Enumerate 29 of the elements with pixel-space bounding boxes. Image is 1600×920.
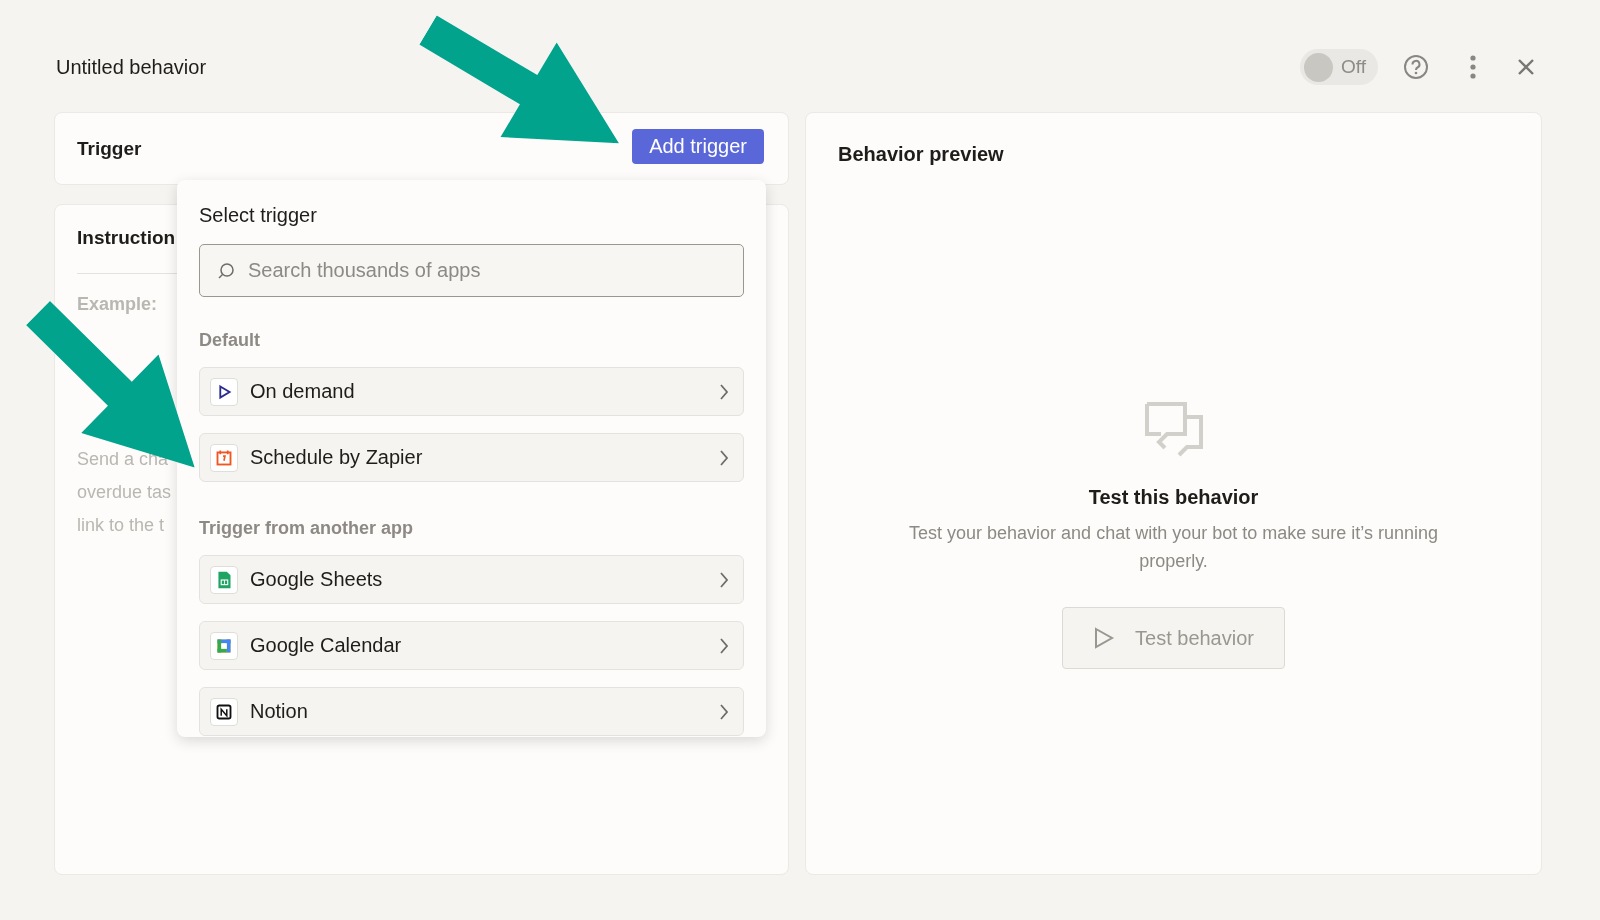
trigger-option[interactable]: Notion — [199, 687, 744, 736]
empty-state-title: Test this behavior — [1088, 486, 1259, 509]
trigger-option[interactable]: Google Sheets — [199, 555, 744, 604]
chevron-right-icon — [719, 382, 729, 401]
help-icon[interactable] — [1403, 54, 1429, 80]
search-field[interactable]: Search thousands of apps — [199, 244, 744, 297]
empty-state-text: Test your behavior and chat with your bot to make sure it’s running properly. — [908, 522, 1439, 573]
section-heading: Default — [199, 330, 261, 351]
panel-title: Behavior preview — [838, 143, 1005, 166]
instruction-text: overdue tas — [77, 481, 172, 504]
chevron-right-icon — [719, 702, 729, 721]
section-heading: Trigger from another app — [199, 518, 415, 539]
instruction-text: link to the t — [77, 514, 165, 537]
trigger-option[interactable]: Schedule by Zapier — [199, 433, 744, 482]
window-title: Untitled behavior — [56, 55, 208, 79]
example-label: Example: — [77, 294, 158, 315]
play-icon — [1093, 626, 1115, 650]
chevron-right-icon — [719, 636, 729, 655]
menu-title: Select trigger — [199, 204, 318, 227]
search-icon — [217, 262, 235, 280]
more-icon[interactable] — [1469, 55, 1477, 79]
close-icon[interactable] — [1517, 58, 1535, 76]
trigger-option[interactable]: On demand — [199, 367, 744, 416]
add-trigger-button[interactable]: Add trigger — [632, 129, 764, 164]
trigger-option[interactable]: Google Calendar — [199, 621, 744, 670]
chat-bubbles-icon — [1142, 400, 1205, 458]
chevron-right-icon — [719, 448, 729, 467]
card-title: Trigger — [77, 137, 142, 160]
chevron-right-icon — [719, 570, 729, 589]
